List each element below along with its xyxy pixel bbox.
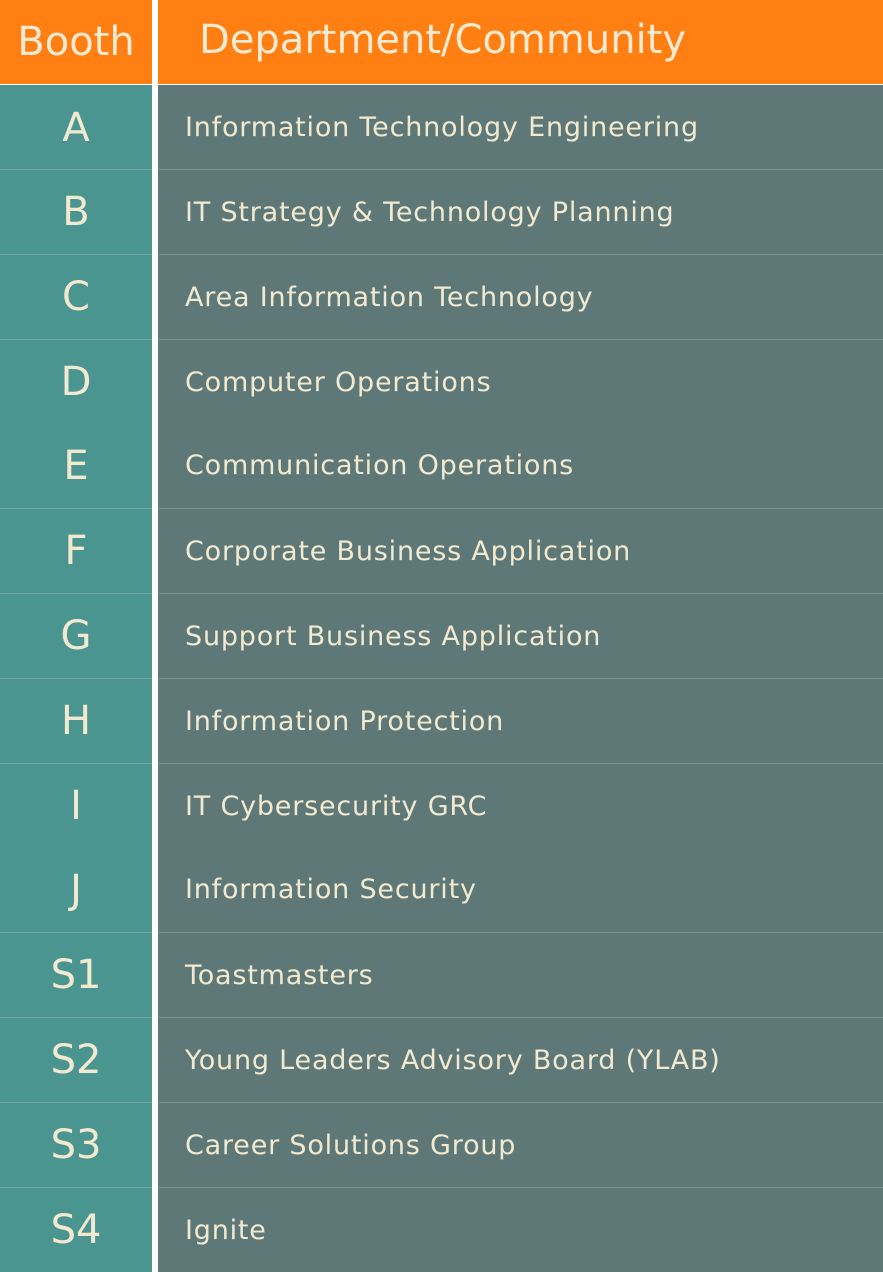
department-cell: Area Information Technology <box>158 254 883 339</box>
department-cell: Support Business Application <box>158 593 883 678</box>
booth-cell: A <box>0 85 152 170</box>
department-cell: Career Solutions Group <box>158 1102 883 1187</box>
department-cell: Young Leaders Advisory Board (YLAB) <box>158 1017 883 1102</box>
booth-cell: D <box>0 339 152 424</box>
table-row: B IT Strategy & Technology Planning <box>0 169 883 254</box>
booth-cell: C <box>0 254 152 339</box>
booth-cell: S2 <box>0 1017 152 1102</box>
table-row: J Information Security <box>0 847 883 932</box>
department-cell: Ignite <box>158 1187 883 1272</box>
table-row: A Information Technology Engineering <box>0 85 883 170</box>
booth-cell: H <box>0 678 152 763</box>
table-row: D Computer Operations <box>0 339 883 424</box>
department-cell: Information Protection <box>158 678 883 763</box>
booth-cell: J <box>0 847 152 932</box>
booth-cell: B <box>0 169 152 254</box>
table-row: G Support Business Application <box>0 593 883 678</box>
department-cell: Information Security <box>158 847 883 932</box>
table-row: F Corporate Business Application <box>0 508 883 593</box>
booth-cell: G <box>0 593 152 678</box>
table-row: S3 Career Solutions Group <box>0 1102 883 1187</box>
department-cell: Computer Operations <box>158 339 883 424</box>
booth-cell: I <box>0 763 152 848</box>
table-row: S4 Ignite <box>0 1187 883 1272</box>
booth-cell: S4 <box>0 1187 152 1272</box>
department-cell: Toastmasters <box>158 932 883 1017</box>
table-row: H Information Protection <box>0 678 883 763</box>
table-row: C Area Information Technology <box>0 254 883 339</box>
booth-cell: S3 <box>0 1102 152 1187</box>
column-divider <box>152 0 158 1272</box>
table-row: S2 Young Leaders Advisory Board (YLAB) <box>0 1017 883 1102</box>
booth-table: Booth Department/Community A Information… <box>0 0 883 1272</box>
booth-cell: E <box>0 423 152 508</box>
department-cell: Communication Operations <box>158 423 883 508</box>
department-cell: Corporate Business Application <box>158 508 883 593</box>
department-cell: IT Strategy & Technology Planning <box>158 169 883 254</box>
table-row: E Communication Operations <box>0 423 883 508</box>
department-cell: IT Cybersecurity GRC <box>158 763 883 848</box>
booth-cell: F <box>0 508 152 593</box>
department-cell: Information Technology Engineering <box>158 85 883 170</box>
table-row: I IT Cybersecurity GRC <box>0 763 883 848</box>
booth-cell: S1 <box>0 932 152 1017</box>
department-column-header: Department/Community <box>158 0 883 84</box>
table-row: S1 Toastmasters <box>0 932 883 1017</box>
booth-column-header: Booth <box>0 0 152 84</box>
